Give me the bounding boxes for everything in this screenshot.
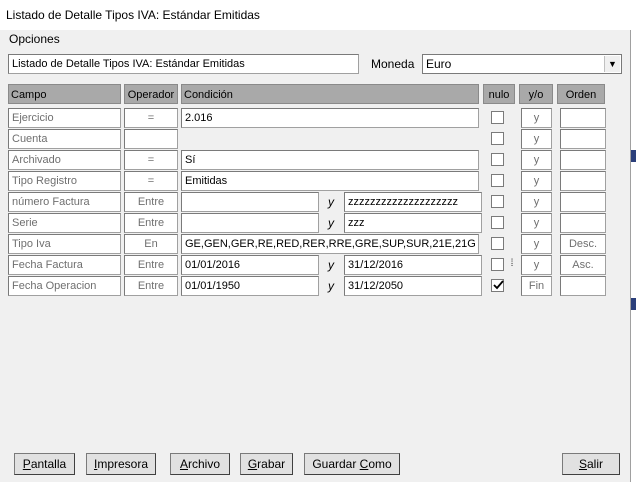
resize-handle-icon[interactable]: ⁞ bbox=[507, 255, 517, 273]
yo-field[interactable]: y bbox=[521, 108, 552, 128]
yo-field[interactable]: y bbox=[521, 171, 552, 191]
field-name: Cuenta bbox=[8, 129, 121, 149]
nulo-checkbox[interactable] bbox=[491, 237, 504, 250]
nulo-checkbox[interactable] bbox=[491, 132, 504, 145]
yo-field[interactable]: Fin bbox=[521, 276, 552, 296]
field-name: Archivado bbox=[8, 150, 121, 170]
nulo-checkbox[interactable] bbox=[491, 153, 504, 166]
condition-from-input[interactable]: 01/01/1950 bbox=[181, 276, 319, 296]
salir-label: Salir bbox=[578, 457, 604, 471]
order-field[interactable] bbox=[560, 192, 606, 212]
field-name: Tipo Registro bbox=[8, 171, 121, 191]
yo-field[interactable]: y bbox=[521, 192, 552, 212]
nulo-checkbox[interactable] bbox=[491, 174, 504, 187]
nulo-checkbox[interactable] bbox=[491, 195, 504, 208]
menu-opciones[interactable]: Opciones bbox=[9, 32, 60, 46]
operator-field[interactable]: Entre bbox=[124, 213, 178, 233]
title-bar: Listado de Detalle Tipos IVA: Estándar E… bbox=[0, 0, 636, 30]
impresora-button[interactable]: Impresora bbox=[86, 453, 156, 475]
archivo-label: Archivo bbox=[179, 457, 221, 471]
order-field[interactable] bbox=[560, 276, 606, 296]
range-separator: y bbox=[328, 195, 334, 209]
nulo-checkbox[interactable] bbox=[491, 216, 504, 229]
background-window-edge bbox=[631, 150, 636, 162]
range-separator: y bbox=[328, 216, 334, 230]
grabar-button[interactable]: Grabar bbox=[240, 453, 293, 475]
guardar-como-button[interactable]: Guardar Como bbox=[304, 453, 400, 475]
order-field[interactable] bbox=[560, 129, 606, 149]
guardar-como-label: Guardar Como bbox=[312, 457, 392, 471]
operator-field[interactable]: Entre bbox=[124, 255, 178, 275]
operator-field[interactable] bbox=[124, 129, 178, 149]
currency-selected: Euro bbox=[426, 57, 452, 71]
condition-from-input[interactable] bbox=[181, 213, 319, 233]
condition-to-input[interactable]: zzzzzzzzzzzzzzzzzzzz bbox=[344, 192, 482, 212]
order-field[interactable] bbox=[560, 108, 606, 128]
header-yo: y/o bbox=[519, 84, 553, 104]
order-field[interactable] bbox=[560, 171, 606, 191]
operator-field[interactable]: = bbox=[124, 171, 178, 191]
yo-field[interactable]: y bbox=[521, 255, 552, 275]
condition-to-input[interactable]: 31/12/2050 bbox=[344, 276, 482, 296]
impresora-label: Impresora bbox=[93, 457, 149, 471]
condition-input[interactable]: Sí bbox=[181, 150, 479, 170]
currency-label: Moneda bbox=[371, 57, 415, 71]
order-field[interactable] bbox=[560, 150, 606, 170]
header-nulo: nulo bbox=[483, 84, 515, 104]
grabar-label: Grabar bbox=[247, 457, 286, 471]
field-name: Fecha Operacion bbox=[8, 276, 121, 296]
condition-input[interactable]: 2.016 bbox=[181, 108, 479, 128]
field-name: Tipo Iva bbox=[8, 234, 121, 254]
field-name: Fecha Factura bbox=[8, 255, 121, 275]
background-window-edge bbox=[631, 298, 636, 310]
archivo-button[interactable]: Archivo bbox=[170, 453, 230, 475]
nulo-checkbox[interactable] bbox=[491, 111, 504, 124]
order-field[interactable]: Desc. bbox=[560, 234, 606, 254]
currency-select[interactable]: Euro ▼ bbox=[422, 54, 622, 74]
header-campo: Campo bbox=[8, 84, 121, 104]
report-name-input[interactable]: Listado de Detalle Tipos IVA: Estándar E… bbox=[8, 54, 359, 74]
nulo-checkbox[interactable] bbox=[491, 258, 504, 271]
condition-to-input[interactable]: 31/12/2016 bbox=[344, 255, 482, 275]
operator-field[interactable]: = bbox=[124, 150, 178, 170]
condition-from-input[interactable] bbox=[181, 192, 319, 212]
operator-field[interactable]: En bbox=[124, 234, 178, 254]
condition-input[interactable]: Emitidas bbox=[181, 171, 479, 191]
pantalla-button[interactable]: Pantalla bbox=[14, 453, 75, 475]
header-operador: Operador bbox=[124, 84, 178, 104]
range-separator: y bbox=[328, 258, 334, 272]
operator-field[interactable]: Entre bbox=[124, 192, 178, 212]
nulo-checkbox[interactable] bbox=[491, 279, 504, 292]
header-orden: Orden bbox=[557, 84, 605, 104]
condition-from-input[interactable]: 01/01/2016 bbox=[181, 255, 319, 275]
check-icon bbox=[493, 280, 504, 290]
yo-field[interactable]: y bbox=[521, 213, 552, 233]
condition-input[interactable]: GE,GEN,GER,RE,RED,RER,RRE,GRE,SUP,SUR,21… bbox=[181, 234, 479, 254]
chevron-down-icon[interactable]: ▼ bbox=[604, 56, 620, 72]
salir-button[interactable]: Salir bbox=[562, 453, 620, 475]
window-title: Listado de Detalle Tipos IVA: Estándar E… bbox=[6, 8, 260, 22]
yo-field[interactable]: y bbox=[521, 150, 552, 170]
operator-field[interactable]: Entre bbox=[124, 276, 178, 296]
order-field[interactable]: Asc. bbox=[560, 255, 606, 275]
condition-to-input[interactable]: zzz bbox=[344, 213, 482, 233]
field-name: Ejercicio bbox=[8, 108, 121, 128]
yo-field[interactable]: y bbox=[521, 129, 552, 149]
header-condicion: Condición bbox=[181, 84, 479, 104]
field-name: Serie bbox=[8, 213, 121, 233]
pantalla-label: Pantalla bbox=[22, 457, 67, 471]
yo-field[interactable]: y bbox=[521, 234, 552, 254]
range-separator: y bbox=[328, 279, 334, 293]
field-name: número Factura bbox=[8, 192, 121, 212]
operator-field[interactable]: = bbox=[124, 108, 178, 128]
order-field[interactable] bbox=[560, 213, 606, 233]
